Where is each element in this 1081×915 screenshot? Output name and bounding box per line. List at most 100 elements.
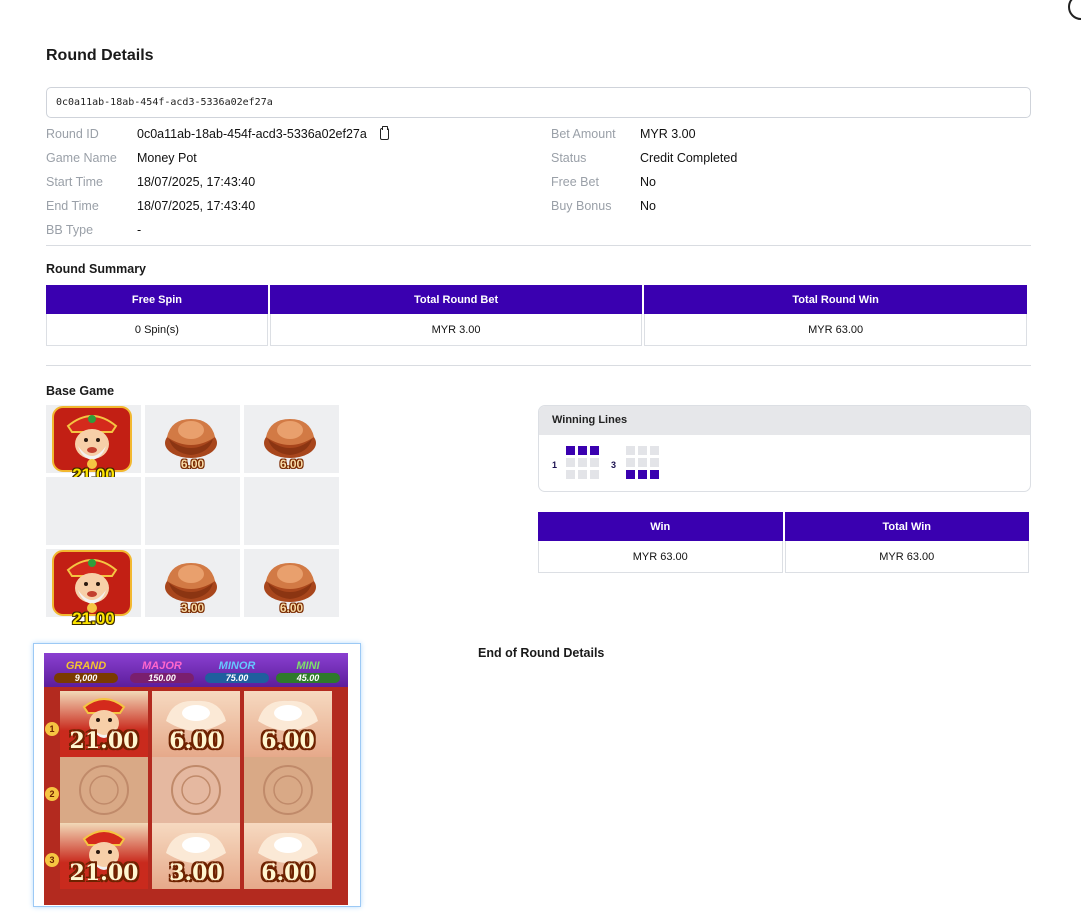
detail-row-free-bet: Free Bet No bbox=[551, 174, 1031, 190]
game-slot: 6.00 bbox=[244, 691, 332, 757]
table-row: 0 Spin(s) MYR 3.00 MYR 63.00 bbox=[46, 314, 1027, 346]
game-slot-value: 3.00 bbox=[169, 860, 223, 886]
reel-cell: 6.00 bbox=[145, 405, 240, 473]
winning-line-cell bbox=[650, 470, 659, 479]
winning-line-pattern bbox=[626, 446, 659, 479]
round-id-value: 0c0a11ab-18ab-454f-acd3-5336a02ef27a bbox=[137, 127, 367, 141]
divider bbox=[46, 365, 1031, 366]
reel-cell: 3.00 bbox=[145, 549, 240, 617]
winning-line-cell bbox=[638, 446, 647, 455]
winning-line-cell bbox=[650, 458, 659, 467]
game-slot: 21.00 bbox=[60, 823, 148, 889]
winning-line-cell bbox=[638, 470, 647, 479]
reel-cell: 21.00 bbox=[46, 549, 141, 628]
free-bet-value: No bbox=[640, 175, 656, 189]
detail-row-end-time: End Time 18/07/2025, 17:43:40 bbox=[46, 198, 526, 214]
symbol-value: 6.00 bbox=[180, 457, 205, 471]
winning-line-pattern bbox=[566, 446, 599, 479]
win-value: MYR 63.00 bbox=[538, 541, 783, 573]
detail-row-buy-bonus: Buy Bonus No bbox=[551, 198, 1031, 214]
summary-total-round-bet-value: MYR 3.00 bbox=[269, 314, 643, 346]
end-of-round-text: End of Round Details bbox=[478, 646, 605, 660]
winning-lines-title: Winning Lines bbox=[539, 406, 1030, 435]
copy-icon[interactable] bbox=[380, 126, 389, 140]
winning-line-cell bbox=[626, 446, 635, 455]
detail-row-status: Status Credit Completed bbox=[551, 150, 1031, 166]
game-slot-value: 21.00 bbox=[69, 728, 139, 754]
detail-label: Round ID bbox=[46, 127, 99, 141]
jackpot-value: 150.00 bbox=[130, 673, 194, 683]
detail-label: Game Name bbox=[46, 151, 117, 165]
jackpot-bar: GRAND 9,000 MAJOR 150.00 MINOR 75.00 MINI 45.00 bbox=[44, 653, 348, 687]
win-header: Win bbox=[538, 512, 783, 541]
round-summary-table: Free Spin Total Round Bet Total Round Wi… bbox=[44, 285, 1029, 346]
reel-cell: 6.00 bbox=[244, 405, 339, 473]
detail-label: Status bbox=[551, 151, 587, 165]
detail-row-round-id: Round ID 0c0a11ab-18ab-454f-acd3-5336a02… bbox=[46, 126, 526, 142]
god-of-wealth-icon bbox=[52, 550, 132, 616]
game-screenshot[interactable]: GRAND 9,000 MAJOR 150.00 MINOR 75.00 MINI 45.00… bbox=[33, 643, 361, 907]
game-screenshot-image: GRAND 9,000 MAJOR 150.00 MINOR 75.00 MINI 45.00… bbox=[44, 653, 348, 905]
detail-label: BB Type bbox=[46, 223, 94, 237]
coin-pattern-icon bbox=[79, 765, 129, 815]
base-game-title: Base Game bbox=[46, 384, 115, 398]
jackpot-grand: GRAND 9,000 bbox=[54, 660, 118, 683]
buy-bonus-value: No bbox=[640, 199, 656, 213]
winning-line-cell bbox=[590, 458, 599, 467]
win-table: Win Total Win MYR 63.00 MYR 63.00 bbox=[536, 512, 1031, 573]
winning-line-cell bbox=[626, 458, 635, 467]
coin-pattern-icon bbox=[171, 765, 221, 815]
payline-marker: 1 bbox=[45, 722, 59, 736]
coin-pattern-icon bbox=[263, 765, 313, 815]
game-slot-value: 6.00 bbox=[261, 728, 315, 754]
bet-amount-value: MYR 3.00 bbox=[640, 127, 696, 141]
payline-marker: 2 bbox=[45, 787, 59, 801]
detail-label: Buy Bonus bbox=[551, 199, 612, 213]
summary-header-free-spin: Free Spin bbox=[46, 285, 268, 314]
winning-line-cell bbox=[566, 458, 575, 467]
summary-header-total-round-win: Total Round Win bbox=[644, 285, 1027, 314]
page-title: Round Details bbox=[46, 47, 154, 64]
payline-marker: 3 bbox=[45, 853, 59, 867]
bb-type-value: - bbox=[137, 223, 142, 237]
winning-line-cell bbox=[638, 458, 647, 467]
gold-ingot-icon bbox=[165, 419, 217, 458]
detail-row-bet-amount: Bet Amount MYR 3.00 bbox=[551, 126, 1031, 142]
symbol-value: 3.00 bbox=[180, 601, 205, 615]
winning-line-cell bbox=[578, 470, 587, 479]
winning-line-cell bbox=[566, 470, 575, 479]
start-time-value: 18/07/2025, 17:43:40 bbox=[137, 175, 256, 189]
summary-free-spin-value: 0 Spin(s) bbox=[46, 314, 268, 346]
jackpot-label: MINOR bbox=[218, 660, 256, 672]
winning-line-cell bbox=[590, 446, 599, 455]
jackpot-minor: MINOR 75.00 bbox=[205, 660, 269, 683]
detail-label: Start Time bbox=[46, 175, 103, 189]
end-time-value: 18/07/2025, 17:43:40 bbox=[137, 199, 256, 213]
reel-cell: 6.00 bbox=[244, 549, 339, 617]
summary-header-total-round-bet: Total Round Bet bbox=[269, 285, 643, 314]
gold-ingot-icon bbox=[264, 563, 316, 602]
game-slot bbox=[60, 757, 148, 823]
winning-line-cell bbox=[626, 470, 635, 479]
reel-cell bbox=[46, 477, 141, 545]
detail-label: Free Bet bbox=[551, 175, 599, 189]
jackpot-mini: MINI 45.00 bbox=[276, 660, 340, 683]
game-slot: 21.00 bbox=[60, 691, 148, 757]
detail-row-start-time: Start Time 18/07/2025, 17:43:40 bbox=[46, 174, 526, 190]
winning-line-cell bbox=[578, 446, 587, 455]
round-summary-title: Round Summary bbox=[46, 262, 147, 276]
game-slot bbox=[152, 757, 240, 823]
jackpot-value: 75.00 bbox=[205, 673, 269, 683]
game-slot: 6.00 bbox=[152, 691, 240, 757]
reel-cell bbox=[145, 477, 240, 545]
game-slot bbox=[244, 757, 332, 823]
gold-ingot-icon bbox=[264, 419, 316, 458]
corner-circle-icon[interactable] bbox=[1068, 0, 1081, 20]
round-search-input[interactable]: 0c0a11ab-18ab-454f-acd3-5336a02ef27a bbox=[46, 87, 1031, 118]
jackpot-value: 9,000 bbox=[54, 673, 118, 683]
detail-row-bb-type: BB Type - bbox=[46, 222, 526, 238]
game-slot-value: 6.00 bbox=[169, 728, 223, 754]
reel-cell: 21.00 bbox=[46, 405, 141, 484]
game-slot: 3.00 bbox=[152, 823, 240, 889]
winning-line-cell bbox=[566, 446, 575, 455]
